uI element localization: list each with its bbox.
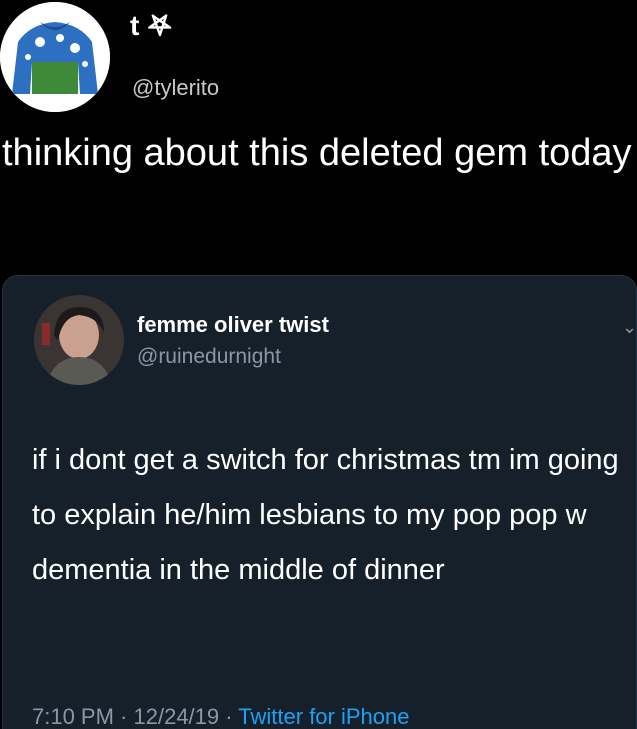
- tweet-source-link[interactable]: Twitter for iPhone: [238, 704, 409, 729]
- quoted-display-name[interactable]: femme oliver twist: [137, 311, 329, 339]
- tweet-date[interactable]: 12/24/19: [134, 704, 220, 729]
- screenshot: t 𖤐 @tylerito thinking about this delete…: [0, 0, 637, 729]
- quoted-tweet-text: if i dont get a switch for christmas tm …: [32, 444, 619, 586]
- meta-separator: ·: [219, 704, 239, 729]
- chevron-down-icon[interactable]: ⌄: [622, 318, 637, 336]
- tweet-time: 7:10 PM: [32, 704, 114, 729]
- quoted-user-handle[interactable]: @ruinedurnight: [137, 343, 281, 371]
- sweater-avatar-icon[interactable]: [0, 2, 110, 112]
- meta-separator: ·: [113, 704, 134, 729]
- profile-photo-icon[interactable]: [34, 295, 124, 385]
- user-handle[interactable]: @tylerito: [132, 74, 219, 102]
- display-name[interactable]: t 𖤐: [130, 8, 172, 44]
- tweet-metadata: 7:10 PM · 12/24/19 · Twitter for iPhone: [32, 703, 409, 729]
- tweet-text: thinking about this deleted gem today: [2, 132, 632, 174]
